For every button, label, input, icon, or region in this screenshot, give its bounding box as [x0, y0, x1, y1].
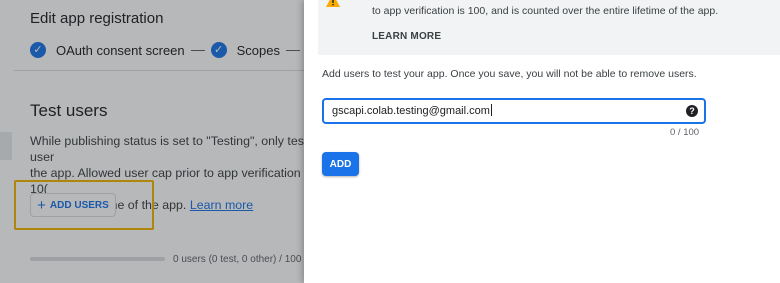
description-line: While publishing status is set to "Testi…	[30, 134, 308, 164]
user-count-text: 0 users (0 test, 0 other) / 100 u	[173, 254, 310, 265]
header-divider	[14, 70, 314, 71]
step-connector	[190, 49, 205, 51]
check-circle-icon: ✓	[210, 42, 227, 58]
help-icon[interactable]: ?	[686, 105, 698, 117]
step-connector	[286, 49, 301, 51]
add-users-label: ADD USERS	[49, 199, 109, 211]
add-button[interactable]: ADD	[322, 152, 359, 176]
panel-help-text: Add users to test your app. Once you sav…	[322, 68, 697, 80]
text-caret	[490, 104, 492, 116]
sidebar-edge	[0, 132, 12, 160]
page-title: Edit app registration	[30, 10, 164, 27]
check-circle-icon: ✓	[30, 42, 46, 58]
learn-more-link[interactable]: Learn more	[190, 198, 253, 212]
email-input[interactable]: gscapi.colab.testing@gmail.com ?	[322, 98, 706, 124]
user-cap-progress-bar	[30, 257, 165, 261]
plus-icon: +	[37, 196, 46, 214]
warning-icon	[326, 0, 340, 7]
warning-text: to app verification is 100, and is count…	[372, 5, 719, 17]
email-input-value[interactable]: gscapi.colab.testing@gmail.com	[332, 104, 492, 117]
learn-more-button[interactable]: LEARN MORE	[372, 31, 441, 42]
character-counter: 0 / 100	[670, 127, 700, 138]
section-title: Test users	[30, 101, 108, 120]
step-label-oauth[interactable]: OAuth consent screen	[56, 43, 185, 58]
add-users-button[interactable]: + ADD USERS	[30, 193, 116, 217]
stepper: ✓ OAuth consent screen ✓ Scopes 3	[30, 42, 323, 58]
step-label-scopes[interactable]: Scopes	[237, 43, 280, 58]
add-users-panel: to app verification is 100, and is count…	[304, 0, 780, 283]
